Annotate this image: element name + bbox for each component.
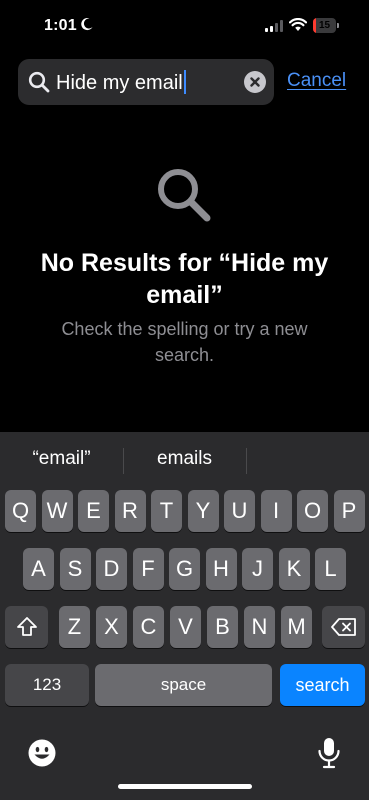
- search-field[interactable]: Hide my email: [18, 59, 274, 105]
- status-bar: 1:01 15: [0, 0, 369, 50]
- space-key[interactable]: space: [95, 664, 272, 706]
- clear-button[interactable]: [244, 71, 266, 93]
- backspace-key[interactable]: [322, 606, 365, 648]
- letter-key[interactable]: L: [315, 548, 346, 590]
- letter-key[interactable]: E: [78, 490, 109, 532]
- letter-key[interactable]: I: [260, 490, 292, 532]
- letter-key[interactable]: B: [207, 606, 238, 648]
- empty-state-subtitle: Check the spelling or try a new search.: [61, 319, 308, 365]
- battery-body: 15: [313, 18, 336, 33]
- search-input[interactable]: Hide my email: [56, 70, 186, 95]
- letter-key[interactable]: W: [41, 490, 73, 532]
- letter-key[interactable]: S: [59, 548, 91, 590]
- letter-key[interactable]: H: [205, 548, 237, 590]
- emoji-icon[interactable]: [27, 738, 57, 768]
- clear-icon: [250, 77, 260, 87]
- letter-key[interactable]: Y: [187, 490, 219, 532]
- letter-key[interactable]: A: [23, 548, 54, 590]
- search-icon: [28, 71, 50, 93]
- text-caret: [183, 70, 186, 94]
- battery-cap: [337, 23, 339, 28]
- shift-key[interactable]: [5, 606, 48, 648]
- wifi-icon: [289, 18, 307, 31]
- cancel-button[interactable]: Cancel: [287, 70, 346, 92]
- letter-key[interactable]: N: [244, 606, 275, 648]
- search-query: Hide my email: [56, 72, 183, 94]
- letter-key[interactable]: P: [333, 490, 365, 532]
- letter-key[interactable]: V: [170, 606, 201, 648]
- letter-key[interactable]: F: [132, 548, 164, 590]
- shift-icon: [16, 617, 37, 636]
- letter-key[interactable]: R: [114, 490, 146, 532]
- battery-icon: 15: [313, 18, 339, 33]
- search-key[interactable]: search: [280, 664, 365, 706]
- letter-key[interactable]: K: [278, 548, 310, 590]
- signal-icon: [265, 20, 283, 32]
- letter-key[interactable]: X: [96, 606, 127, 648]
- suggestion-item[interactable]: emails: [123, 448, 246, 470]
- letter-key[interactable]: Q: [5, 490, 36, 532]
- moon-icon: [81, 18, 93, 31]
- letter-key[interactable]: Z: [59, 606, 90, 648]
- battery-level: 15: [318, 20, 331, 31]
- letter-key[interactable]: T: [151, 490, 182, 532]
- microphone-icon[interactable]: [316, 736, 342, 770]
- suggestion-bar: “email” emails: [0, 432, 369, 488]
- letter-key[interactable]: C: [133, 606, 164, 648]
- search-icon: [158, 169, 211, 222]
- home-indicator: [118, 784, 252, 789]
- suggestion-divider: [246, 448, 247, 474]
- letter-key[interactable]: M: [281, 606, 312, 648]
- letter-key[interactable]: U: [224, 490, 255, 532]
- suggestion-item[interactable]: “email”: [0, 448, 123, 470]
- status-time: 1:01: [44, 17, 77, 34]
- letter-key[interactable]: J: [242, 548, 273, 590]
- backspace-icon: [330, 618, 356, 636]
- letter-key[interactable]: G: [169, 548, 200, 590]
- letter-key[interactable]: D: [96, 548, 127, 590]
- letter-key[interactable]: O: [297, 490, 328, 532]
- numbers-key[interactable]: 123: [5, 664, 89, 706]
- empty-state-title: No Results for “Hide my email”: [40, 249, 329, 309]
- keyboard: “email” emails QWERTYUIOP ASDFGHJKL ZXCVBN…: [0, 432, 369, 800]
